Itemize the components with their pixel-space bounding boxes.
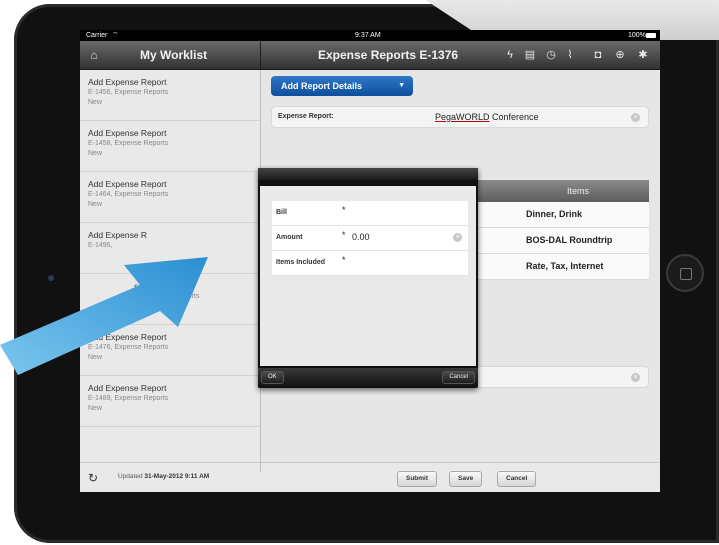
worklist-item-status: New [88, 99, 103, 106]
add-report-details-label: Add Report Details [281, 81, 363, 91]
clear-icon[interactable]: × [453, 233, 462, 242]
expense-report-value-misspelled: PegaWORLD [435, 112, 490, 122]
clear-icon[interactable]: × [631, 373, 640, 382]
worklist-item-status: New [88, 201, 103, 208]
add-item-dialog: Bill * Amount * 0.00 × Items Included * … [258, 168, 478, 388]
last-updated: Updated 31-May-2012 9:11 AM [118, 473, 209, 480]
items-header-label: Items [566, 186, 589, 196]
add-report-details-button[interactable]: Add Report Details ▼ [271, 76, 413, 96]
wifi-icon: ⌔ [112, 32, 119, 39]
save-button[interactable]: Save [449, 471, 483, 487]
dialog-titlebar [258, 168, 478, 180]
paperclip-icon[interactable]: ⌇ [563, 48, 577, 62]
worklist-item-subtitle: E-1456, Expense Reports [88, 89, 169, 96]
dialog-panel: Bill * Amount * 0.00 × Items Included * [260, 186, 476, 366]
dialog-button-bar: OK Cancel [258, 368, 478, 386]
updated-value: 31-May-2012 9:11 AM [144, 473, 210, 480]
amount-label: Amount [276, 234, 303, 241]
home-button[interactable] [666, 254, 704, 292]
home-icon[interactable]: ⌂ [86, 47, 102, 63]
action-footer: Submit Save Cancel [261, 462, 660, 492]
required-marker: * [342, 230, 346, 240]
camera-icon[interactable]: ◘ [591, 48, 605, 62]
ok-button[interactable]: OK [261, 371, 284, 384]
document-icon[interactable]: ▤ [523, 48, 537, 62]
worklist-item-title: Add Expense Report [88, 77, 167, 87]
worklist-item-title: Add Expense R [88, 230, 148, 240]
amount-value[interactable]: 0.00 [352, 232, 370, 242]
expense-report-label: Expense Report: [278, 113, 334, 120]
expense-report-value-rest: Conference [489, 112, 539, 122]
refresh-icon[interactable]: ↻ [88, 471, 98, 485]
worklist-title: My Worklist [140, 48, 208, 62]
expense-report-value: PegaWORLD Conference [435, 112, 539, 122]
worklist-item-title: Add Expense Report [88, 128, 167, 138]
gear-icon[interactable]: ✱ [636, 48, 650, 62]
items-included-field[interactable]: Items Included * [272, 251, 468, 276]
clear-icon[interactable]: × [631, 113, 640, 122]
worklist-item-status: New [88, 150, 103, 157]
sidebar-footer: ↻ Updated 31-May-2012 9:11 AM [80, 462, 260, 492]
battery-label: 100% [628, 32, 646, 39]
required-marker: * [342, 205, 346, 215]
cancel-button[interactable]: Cancel [497, 471, 537, 487]
worklist-item[interactable]: Add Expense Report E-1464, Expense Repor… [80, 172, 260, 223]
lightning-icon[interactable]: ϟ [503, 48, 517, 62]
required-marker: * [342, 255, 346, 265]
items-included-label: Items Included [276, 259, 326, 266]
updated-prefix: Updated [118, 473, 145, 480]
worklist-item-title: Add Expense Report [88, 179, 167, 189]
case-title: Expense Reports E-1376 [318, 48, 459, 62]
amount-field[interactable]: Amount * 0.00 × [272, 226, 468, 251]
item-cell: BOS-DAL Roundtrip [526, 235, 613, 245]
worklist-item-subtitle: E-1464, Expense Reports [88, 191, 169, 198]
dialog-cancel-button[interactable]: Cancel [442, 371, 475, 384]
navigation-bar: ⌂ My Worklist Expense Reports E-1376 ϟ ▤… [80, 41, 660, 70]
worklist-item-subtitle: E-1458, Expense Reports [88, 140, 169, 147]
status-bar: Carrier ⌔ 9:37 AM 100% [80, 30, 660, 41]
add-document-icon[interactable]: ⊕ [613, 48, 627, 62]
nav-divider [260, 41, 261, 69]
pointer-arrow-icon [0, 257, 208, 375]
chevron-down-icon: ▼ [398, 82, 405, 89]
clock-icon[interactable]: ◷ [544, 48, 558, 62]
status-time: 9:37 AM [355, 32, 381, 39]
carrier-label: Carrier [86, 32, 108, 39]
submit-button[interactable]: Submit [397, 471, 438, 487]
worklist-item[interactable]: Add Expense Report E-1456, Expense Repor… [80, 70, 260, 121]
battery-icon [646, 33, 656, 38]
item-cell: Rate, Tax, Internet [526, 261, 604, 271]
bill-field[interactable]: Bill * [272, 201, 468, 226]
bill-label: Bill [276, 209, 287, 216]
expense-report-field[interactable]: Expense Report: PegaWORLD Conference × [271, 106, 649, 128]
worklist-item[interactable]: Add Expense Report E-1458, Expense Repor… [80, 121, 260, 172]
item-cell: Dinner, Drink [526, 209, 583, 219]
